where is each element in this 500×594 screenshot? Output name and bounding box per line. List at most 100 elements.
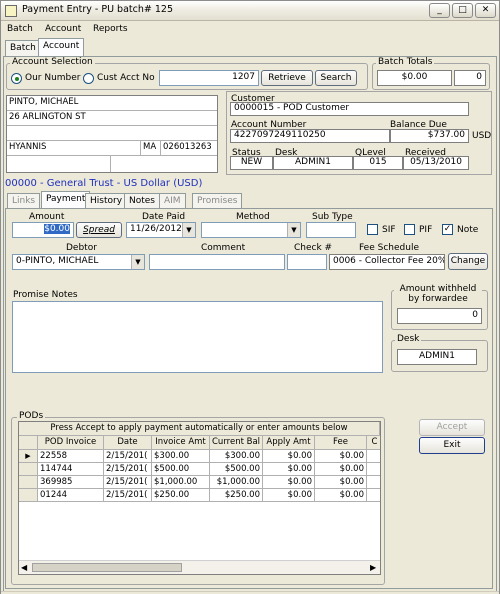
window-title: Payment Entry - PU batch# 125 bbox=[22, 4, 173, 15]
check-number-input[interactable] bbox=[287, 254, 327, 270]
row-selector[interactable] bbox=[19, 489, 38, 502]
app-icon bbox=[5, 5, 17, 17]
search-button[interactable]: Search bbox=[315, 70, 357, 86]
fee-schedule-label: Fee Schedule bbox=[359, 243, 419, 253]
minimize-button[interactable]: _ bbox=[429, 3, 450, 18]
pod-cell[interactable]: 2/15/201( bbox=[104, 450, 152, 463]
promise-notes-label: Promise Notes bbox=[13, 290, 78, 300]
received-field: 05/13/2010 bbox=[403, 156, 469, 170]
method-label: Method bbox=[236, 212, 270, 222]
pod-cell[interactable]: $0.00 bbox=[263, 476, 315, 489]
amount-input[interactable]: $0.00 bbox=[12, 222, 74, 238]
tab-batch[interactable]: Batch bbox=[5, 40, 41, 56]
chevron-down-icon[interactable]: ▼ bbox=[131, 255, 144, 269]
pods-label: PODs bbox=[17, 411, 46, 421]
pif-checkbox[interactable] bbox=[404, 224, 415, 235]
our-number-radio[interactable] bbox=[11, 73, 22, 84]
row-selector[interactable] bbox=[19, 476, 38, 489]
pod-cell[interactable]: $0.00 bbox=[315, 463, 367, 476]
close-button[interactable]: ✕ bbox=[475, 3, 496, 18]
pod-cell[interactable]: $500.00 bbox=[210, 463, 263, 476]
col-current-bal[interactable]: Current Bal bbox=[210, 436, 263, 450]
pod-cell[interactable]: 114744 bbox=[38, 463, 104, 476]
pod-cell[interactable]: $0.00 bbox=[315, 476, 367, 489]
desk-label: Desk bbox=[395, 334, 422, 344]
pod-cell[interactable]: 01244 bbox=[38, 489, 104, 502]
col-apply-amt[interactable]: Apply Amt bbox=[263, 436, 315, 450]
scroll-left-icon[interactable]: ◀ bbox=[21, 563, 27, 572]
cust-acct-radio[interactable] bbox=[83, 73, 94, 84]
comment-input[interactable] bbox=[149, 254, 285, 270]
tab-promises[interactable]: Promises bbox=[192, 193, 243, 209]
tab-history[interactable]: History bbox=[85, 193, 128, 209]
pod-cell[interactable]: 2/15/201( bbox=[104, 489, 152, 502]
col-fee[interactable]: Fee bbox=[315, 436, 367, 450]
retrieve-button[interactable]: Retrieve bbox=[261, 70, 313, 86]
col-pod-invoice[interactable]: POD Invoice bbox=[38, 436, 104, 450]
pod-cell[interactable] bbox=[367, 476, 380, 489]
promise-notes-textarea[interactable] bbox=[12, 301, 383, 373]
tab-aim[interactable]: AIM bbox=[159, 193, 186, 209]
sub-type-label: Sub Type bbox=[312, 212, 353, 222]
pod-cell[interactable]: $300.00 bbox=[152, 450, 210, 463]
pif-label: PIF bbox=[419, 225, 433, 235]
debtor-value: 0-PINTO, MICHAEL bbox=[16, 256, 99, 266]
note-checkbox[interactable]: ✓ bbox=[442, 224, 453, 235]
batch-total-amount: $0.00 bbox=[377, 70, 452, 86]
tab-notes[interactable]: Notes bbox=[124, 193, 160, 209]
pod-cell[interactable]: $500.00 bbox=[152, 463, 210, 476]
pod-cell[interactable]: $250.00 bbox=[210, 489, 263, 502]
pod-cell[interactable]: $300.00 bbox=[210, 450, 263, 463]
pods-grid[interactable]: Press Accept to apply payment automatica… bbox=[18, 421, 381, 575]
pod-cell[interactable]: $0.00 bbox=[263, 489, 315, 502]
debtor-zip: 026013263 bbox=[161, 141, 217, 156]
scroll-thumb[interactable] bbox=[32, 563, 182, 572]
menu-bar: Batch Account Reports bbox=[1, 21, 499, 38]
chevron-down-icon[interactable]: ▼ bbox=[287, 223, 300, 237]
pod-cell[interactable]: $1,000.00 bbox=[210, 476, 263, 489]
exit-button[interactable]: Exit bbox=[419, 437, 485, 454]
check-number-label: Check # bbox=[294, 243, 333, 253]
pod-cell[interactable]: $0.00 bbox=[263, 463, 315, 476]
pod-cell[interactable] bbox=[367, 463, 380, 476]
debtor-city: HYANNIS bbox=[7, 141, 141, 156]
tab-links[interactable]: Links bbox=[7, 193, 41, 209]
pod-cell[interactable]: 22558 bbox=[38, 450, 104, 463]
menu-reports[interactable]: Reports bbox=[93, 24, 128, 34]
pod-cell[interactable]: $250.00 bbox=[152, 489, 210, 502]
amount-value: $0.00 bbox=[44, 224, 70, 234]
sub-type-input[interactable] bbox=[306, 222, 356, 238]
maximize-button[interactable]: □ bbox=[452, 3, 473, 18]
menu-account[interactable]: Account bbox=[45, 24, 81, 34]
change-button[interactable]: Change bbox=[448, 253, 488, 270]
col-date[interactable]: Date bbox=[104, 436, 152, 450]
row-selector[interactable]: ▶ bbox=[19, 450, 38, 463]
spread-button[interactable]: Spread bbox=[76, 222, 122, 238]
sif-checkbox[interactable] bbox=[367, 224, 378, 235]
payment-entry-window: Payment Entry - PU batch# 125 _ □ ✕ Batc… bbox=[0, 0, 500, 594]
pod-cell[interactable] bbox=[367, 450, 380, 463]
tab-account[interactable]: Account bbox=[38, 38, 85, 56]
tab-payment[interactable]: Payment bbox=[41, 191, 91, 209]
chevron-down-icon[interactable]: ▼ bbox=[182, 223, 195, 237]
col-c[interactable]: C bbox=[367, 436, 380, 450]
date-paid-picker[interactable]: 11/26/2012 ▼ bbox=[126, 222, 196, 238]
menu-batch[interactable]: Batch bbox=[7, 24, 33, 34]
col-invoice-amt[interactable]: Invoice Amt bbox=[152, 436, 210, 450]
pod-cell[interactable] bbox=[367, 489, 380, 502]
row-selector[interactable] bbox=[19, 463, 38, 476]
pod-cell[interactable]: $0.00 bbox=[263, 450, 315, 463]
pod-cell[interactable]: 369985 bbox=[38, 476, 104, 489]
account-number-input[interactable]: 1207 bbox=[159, 70, 259, 86]
balance-due-field: $737.00 bbox=[390, 129, 469, 143]
pod-cell[interactable]: $1,000.00 bbox=[152, 476, 210, 489]
pods-hscrollbar[interactable]: ◀ ▶ bbox=[19, 560, 380, 574]
debtor-select[interactable]: 0-PINTO, MICHAEL ▼ bbox=[12, 254, 145, 270]
pod-cell[interactable]: 2/15/201( bbox=[104, 463, 152, 476]
pod-cell[interactable]: $0.00 bbox=[315, 489, 367, 502]
scroll-right-icon[interactable]: ▶ bbox=[370, 563, 376, 572]
pod-cell[interactable]: 2/15/201( bbox=[104, 476, 152, 489]
pod-cell[interactable]: $0.00 bbox=[315, 450, 367, 463]
accept-button[interactable]: Accept bbox=[419, 419, 485, 436]
method-select[interactable]: ▼ bbox=[201, 222, 301, 238]
